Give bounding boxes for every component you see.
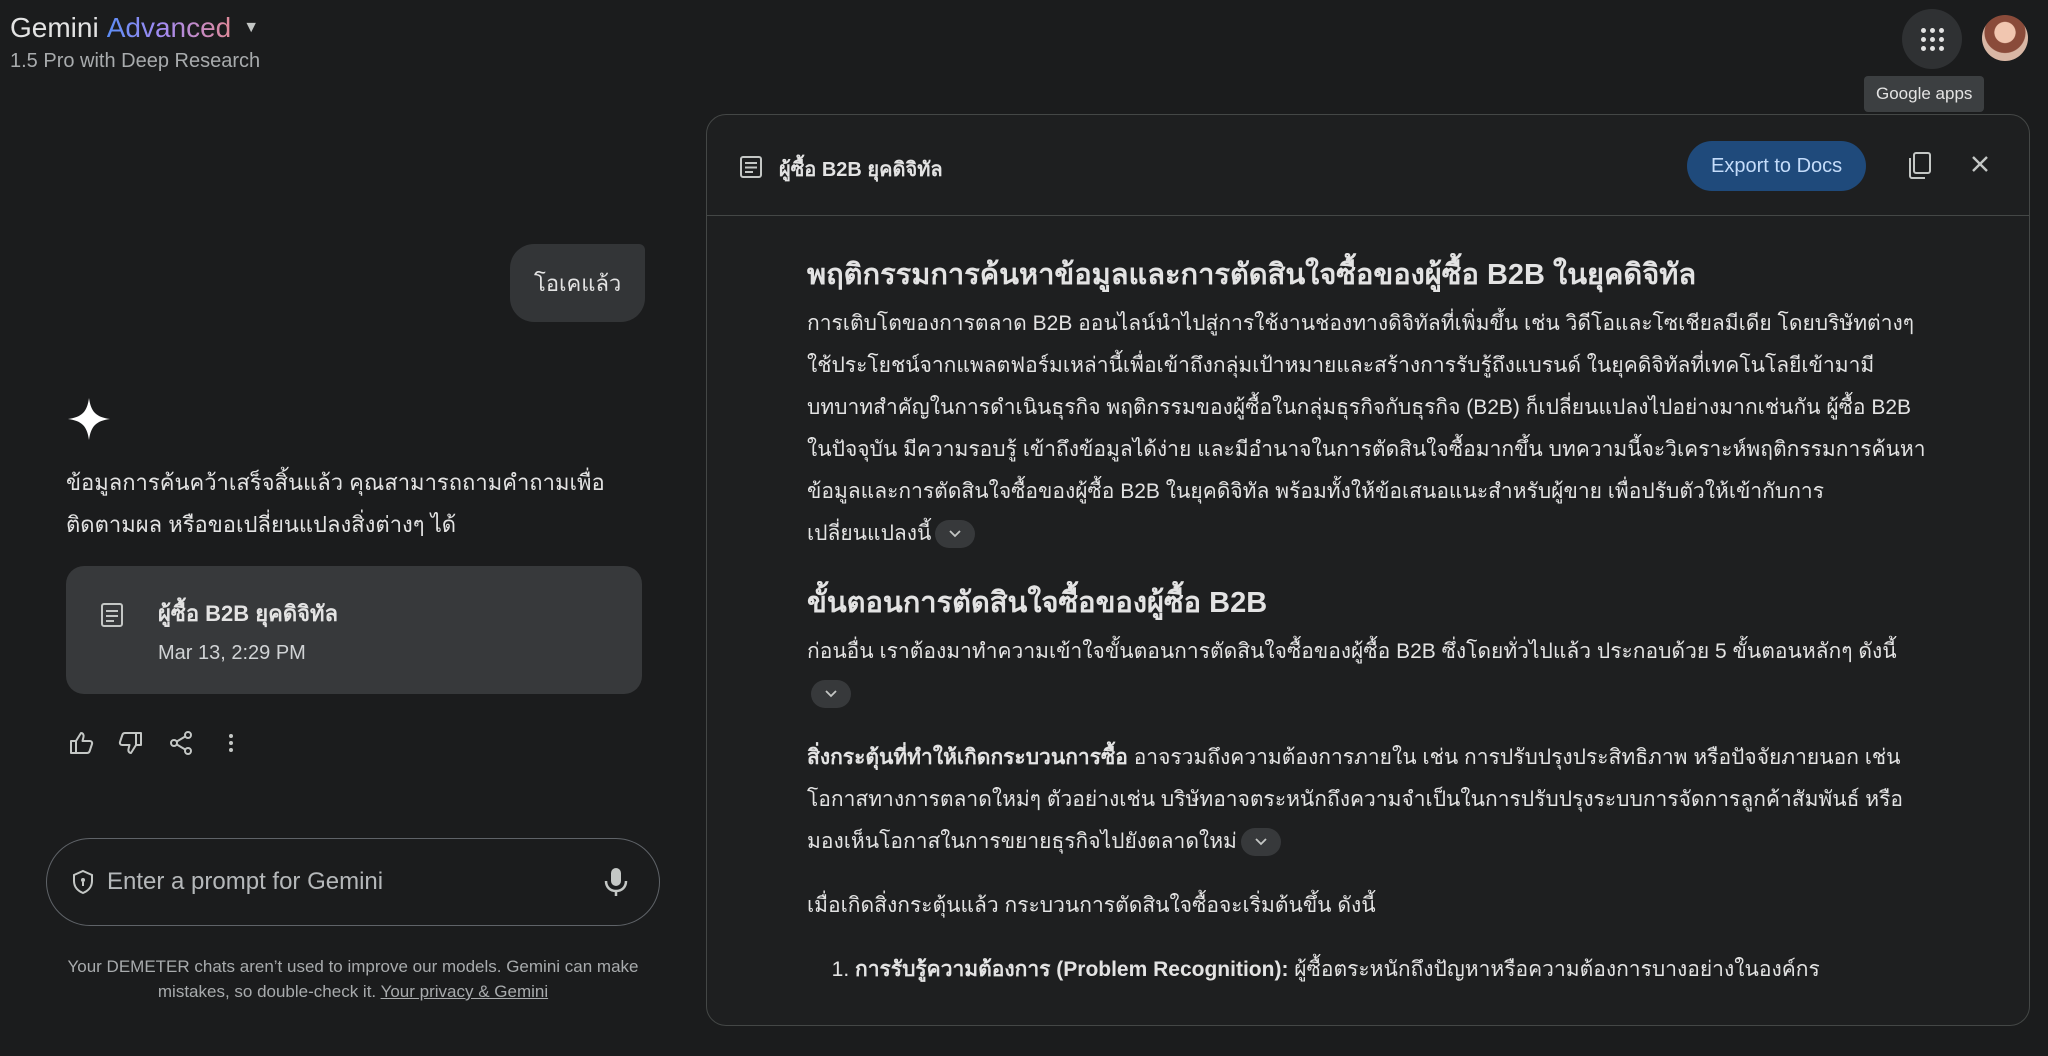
chevron-down-icon (825, 690, 837, 698)
caret-down-icon[interactable]: ▼ (243, 19, 259, 37)
document-icon (740, 156, 762, 178)
list-item-bold: การรับรู้ความต้องการ (Problem Recognitio… (855, 958, 1289, 981)
expand-citation-button[interactable] (1240, 828, 1281, 857)
apps-tooltip: Google apps (1864, 76, 1985, 112)
disclaimer: Your DEMETER chats aren’t used to improv… (46, 954, 660, 1004)
doc-paragraph-2: ก่อนอื่น เราต้องมาทำความเข้าใจขั้นตอนการ… (807, 631, 1927, 715)
copy-icon[interactable] (1907, 151, 1933, 179)
response-actions (66, 728, 246, 758)
share-icon[interactable] (166, 728, 196, 758)
doc-paragraph-3: สิ่งกระตุ้นที่ทำให้เกิดกระบวนการซื้อ อาจ… (807, 737, 1927, 863)
export-to-docs-button[interactable]: Export to Docs (1687, 141, 1867, 191)
close-icon[interactable] (1969, 153, 1991, 175)
chevron-down-icon (1255, 838, 1267, 846)
paragraph-text: ก่อนอื่น เราต้องมาทำความเข้าใจขั้นตอนการ… (807, 640, 1897, 663)
doc-paragraph-4: เมื่อเกิดสิ่งกระตุ้นแล้ว กระบวนการตัดสิน… (807, 894, 1376, 917)
paragraph-bold-lead: สิ่งกระตุ้นที่ทำให้เกิดกระบวนการซื้อ (807, 746, 1128, 769)
doc-heading-1: พฤติกรรมการค้นหาข้อมูลและการตัดสินใจซื้อ… (807, 259, 1697, 291)
document-body: พฤติกรรมการค้นหาข้อมูลและการตัดสินใจซื้อ… (807, 255, 1927, 991)
thumb-down-icon[interactable] (116, 728, 146, 758)
brand-name: Gemini (10, 12, 99, 43)
assistant-answer: ข้อมูลการค้นคว้าเสร็จสิ้นแล้ว คุณสามารถถ… (66, 470, 605, 537)
prompt-input[interactable] (105, 867, 603, 897)
model-subtitle: 1.5 Pro with Deep Research (10, 50, 261, 72)
gemini-sparkle-icon (68, 398, 110, 440)
microphone-icon[interactable] (603, 866, 629, 898)
more-vert-icon[interactable] (216, 728, 246, 758)
disclaimer-text: Your DEMETER chats aren’t used to improv… (67, 957, 639, 1001)
doc-card-date: Mar 13, 2:29 PM (158, 642, 306, 664)
paragraph-text: การเติบโตของการตลาด B2B ออนไลน์นำไปสู่กา… (807, 312, 1926, 545)
avatar[interactable] (1982, 15, 2028, 61)
brand-tier: Advanced (106, 12, 232, 43)
thumb-up-icon[interactable] (66, 728, 96, 758)
panel-header: ผู้ซื้อ B2B ยุคดิจิทัล Export to Docs (707, 115, 2029, 216)
user-message: โอเคแล้ว (510, 244, 646, 322)
expand-citation-button[interactable] (935, 520, 976, 549)
research-doc-card[interactable]: ผู้ซื้อ B2B ยุคดิจิทัล Mar 13, 2:29 PM (66, 566, 642, 694)
list-item-text: ผู้ซื้อตระหนักถึงปัญหาหรือความต้องการบาง… (1288, 958, 1820, 981)
document-icon (101, 603, 123, 627)
prompt-box (46, 838, 660, 926)
doc-ordered-list: การรับรู้ความต้องการ (Problem Recognitio… (807, 949, 1927, 991)
doc-heading-2: ขั้นตอนการตัดสินใจซื้อของผู้ซื้อ B2B (807, 587, 1268, 619)
brand-header[interactable]: Gemini Advanced ▼ 1.5 Pro with Deep Rese… (10, 12, 260, 73)
list-item: การรับรู้ความต้องการ (Problem Recognitio… (855, 949, 1927, 991)
doc-paragraph-1: การเติบโตของการตลาด B2B ออนไลน์นำไปสู่กา… (807, 303, 1927, 555)
document-panel: ผู้ซื้อ B2B ยุคดิจิทัล Export to Docs พฤ… (706, 114, 2030, 1026)
google-apps-button[interactable] (1902, 9, 1962, 69)
panel-title: ผู้ซื้อ B2B ยุคดิจิทัล (779, 159, 943, 181)
chevron-down-icon (949, 530, 962, 538)
doc-card-title: ผู้ซื้อ B2B ยุคดิจิทัล (158, 601, 339, 626)
expand-citation-button[interactable] (811, 680, 851, 709)
privacy-link[interactable]: Your privacy & Gemini (381, 982, 549, 1001)
apps-grid-icon (1920, 27, 1944, 51)
shield-icon (73, 869, 93, 895)
